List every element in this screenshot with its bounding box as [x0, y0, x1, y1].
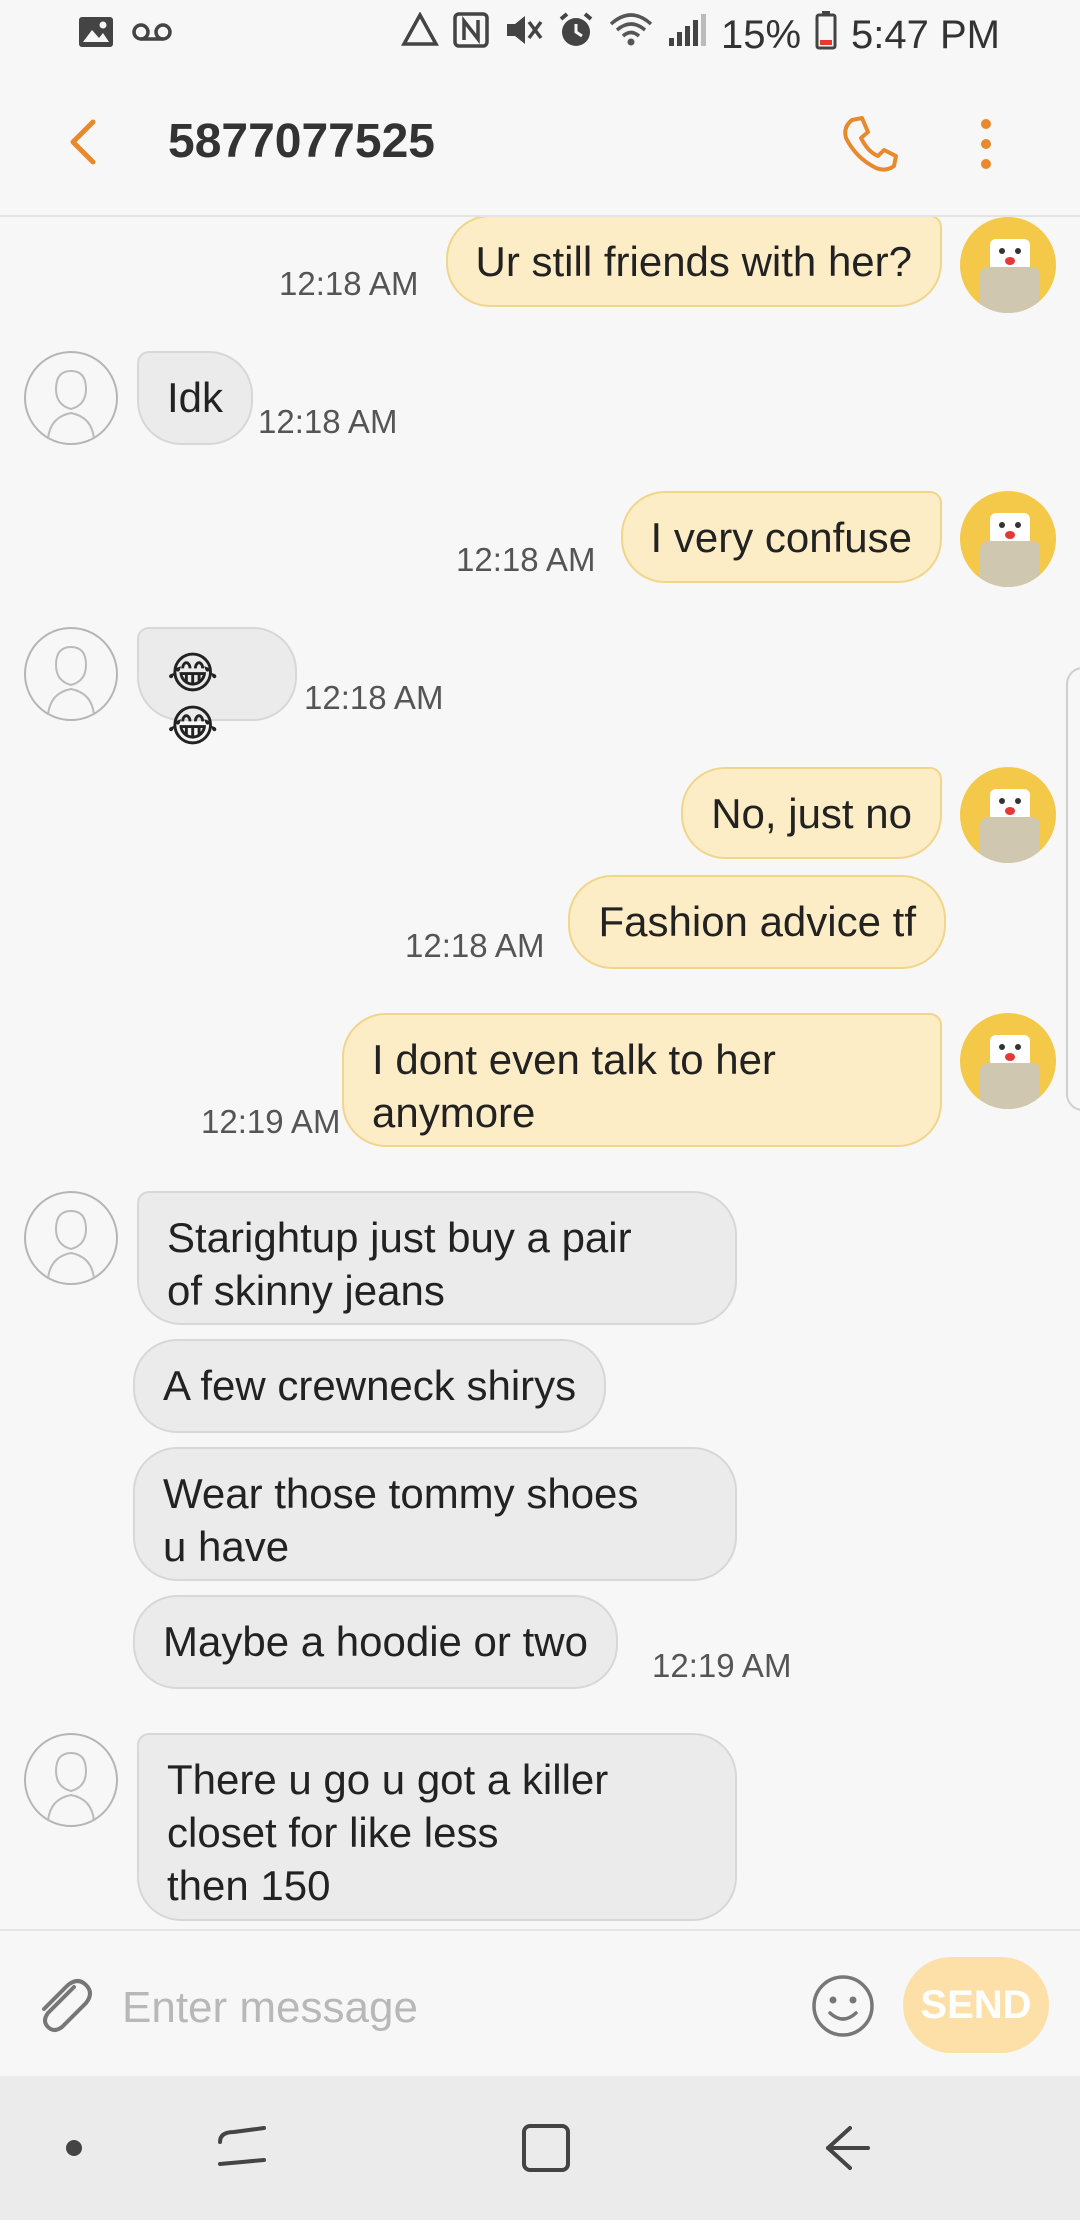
message-time: 12:19 AM	[652, 1647, 792, 1684]
incoming-message[interactable]: Maybe a hoodie or two	[133, 1595, 618, 1689]
message-input[interactable]	[120, 1967, 764, 2049]
battery-icon	[815, 10, 837, 60]
more-options-button[interactable]	[968, 114, 1004, 174]
incoming-message[interactable]: 😂😂	[137, 627, 297, 751]
status-right-icons: 15% 5:47 PM	[401, 10, 1000, 60]
message-time: 12:19 AM	[201, 1103, 341, 1140]
signal-icon	[667, 12, 707, 58]
home-icon[interactable]	[518, 2120, 574, 2176]
incoming-message[interactable]: Wear those tommy shoes u have	[133, 1447, 737, 1581]
paperclip-icon	[42, 1979, 92, 2032]
battery-level: 15%	[720, 12, 802, 57]
contact-avatar[interactable]	[24, 351, 118, 445]
dot-icon[interactable]	[64, 2138, 84, 2158]
incoming-message[interactable]: A few crewneck shirys	[133, 1339, 607, 1433]
emoji-button[interactable]	[810, 1973, 876, 2039]
message-time: 12:18 AM	[279, 265, 419, 302]
call-button[interactable]	[838, 112, 902, 176]
contact-avatar[interactable]	[24, 1191, 118, 1285]
recycle-icon	[401, 11, 439, 58]
nfc-icon	[453, 12, 489, 58]
outgoing-message[interactable]: I very confuse	[620, 491, 942, 583]
wifi-icon	[609, 12, 653, 58]
my-avatar	[960, 1013, 1056, 1109]
message-time: 12:18 AM	[304, 679, 444, 716]
outgoing-message[interactable]: Fashion advice tf	[568, 875, 946, 969]
message-time: 12:18 AM	[258, 403, 398, 440]
contact-avatar[interactable]	[24, 627, 118, 721]
recent-apps-icon[interactable]	[214, 2120, 270, 2176]
attach-button[interactable]	[30, 1971, 96, 2037]
system-nav-bar	[0, 2076, 1080, 2220]
composer-bar: SEND	[0, 1929, 1080, 2077]
voicemail-icon	[132, 21, 172, 48]
my-avatar	[960, 217, 1056, 313]
more-vert-icon	[981, 119, 991, 169]
message-time: 12:18 AM	[405, 927, 545, 964]
incoming-message[interactable]: There u go u got a killer closet for lik…	[137, 1733, 737, 1921]
status-bar: 15% 5:47 PM	[0, 0, 1080, 70]
alarm-icon	[557, 11, 595, 59]
my-avatar	[960, 767, 1056, 863]
outgoing-message[interactable]: Ur still friends with her?	[445, 217, 942, 307]
scrollbar[interactable]	[1066, 667, 1080, 1111]
contact-avatar[interactable]	[24, 1733, 118, 1827]
my-avatar	[960, 491, 1056, 587]
message-time: 12:18 AM	[456, 541, 596, 578]
incoming-message[interactable]: Starightup just buy a pair of skinny jea…	[137, 1191, 737, 1325]
status-left-icons	[78, 16, 172, 53]
chevron-left-icon	[70, 119, 96, 165]
smiley-icon	[812, 1975, 874, 2037]
mute-icon	[503, 12, 543, 58]
outgoing-message[interactable]: No, just no	[681, 767, 942, 859]
phone-icon	[843, 116, 898, 172]
app-bar: 5877077525	[0, 70, 1080, 217]
message-list[interactable]: Ur still friends with her? 12:18 AM Idk …	[0, 217, 1080, 1929]
back-button[interactable]	[55, 112, 115, 172]
send-button[interactable]: SEND	[903, 1957, 1049, 2053]
clock-time: 5:47 PM	[851, 12, 1000, 57]
incoming-message[interactable]: Idk	[137, 351, 254, 445]
back-nav-icon[interactable]	[820, 2120, 876, 2176]
outgoing-message[interactable]: I dont even talk to her anymore	[342, 1013, 942, 1147]
gallery-icon	[78, 16, 114, 53]
conversation-title: 5877077525	[168, 115, 435, 168]
